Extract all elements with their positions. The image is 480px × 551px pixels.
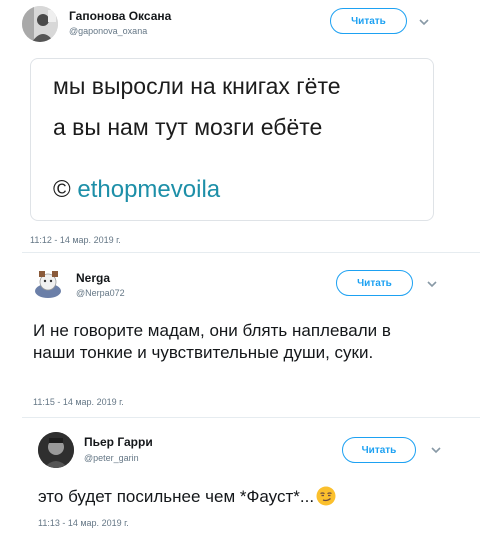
quote-credit: © ethopmevoila xyxy=(53,176,220,204)
chevron-down-icon[interactable] xyxy=(430,444,442,456)
author-name[interactable]: Гапонова Оксана xyxy=(69,9,171,23)
follow-button[interactable]: Читать xyxy=(342,437,416,463)
author-name[interactable]: Пьер Гарри xyxy=(84,435,153,449)
copyright-symbol: © xyxy=(53,176,71,203)
tweet-2: Nergа @Nerpa072 Читать И не говорите мад… xyxy=(0,253,480,417)
credit-handle: ethopmevoila xyxy=(77,176,221,203)
timestamp[interactable]: 11:15 - 14 мар. 2019 г. xyxy=(33,397,124,407)
avatar[interactable] xyxy=(22,6,58,42)
smirking-face-icon xyxy=(316,486,336,506)
quote-image[interactable]: мы выросли на книгах гёте а вы нам тут м… xyxy=(30,58,434,221)
author-handle[interactable]: @Nerpa072 xyxy=(76,288,125,298)
chevron-down-icon[interactable] xyxy=(426,278,438,290)
quote-line-1: мы выросли на книгах гёте xyxy=(53,73,341,99)
tweet-text: И не говорите мадам, они блять наплевали… xyxy=(33,321,391,362)
follow-button[interactable]: Читать xyxy=(330,8,407,34)
chevron-down-icon[interactable] xyxy=(418,16,430,28)
author-name[interactable]: Nergа xyxy=(76,271,110,285)
timestamp[interactable]: 11:13 - 14 мар. 2019 г. xyxy=(38,518,129,528)
avatar[interactable] xyxy=(38,432,74,468)
tweet-3: Пьер Гарри @peter_garin Читать это будет… xyxy=(0,418,480,551)
author-handle[interactable]: @peter_garin xyxy=(84,453,139,463)
quote-line-2: а вы нам тут мозги ебёте xyxy=(53,114,323,140)
tweet-text: это будет посильнее чем *Фауст*... xyxy=(38,486,438,508)
tweet-text-content: это будет посильнее чем *Фауст*... xyxy=(38,487,315,506)
author-handle[interactable]: @gaponova_oxana xyxy=(69,26,147,36)
follow-button[interactable]: Читать xyxy=(336,270,413,296)
avatar[interactable] xyxy=(30,267,66,303)
tweet-1: Гапонова Оксана @gaponova_oxana Читать м… xyxy=(0,0,480,252)
timestamp[interactable]: 11:12 - 14 мар. 2019 г. xyxy=(30,235,121,245)
